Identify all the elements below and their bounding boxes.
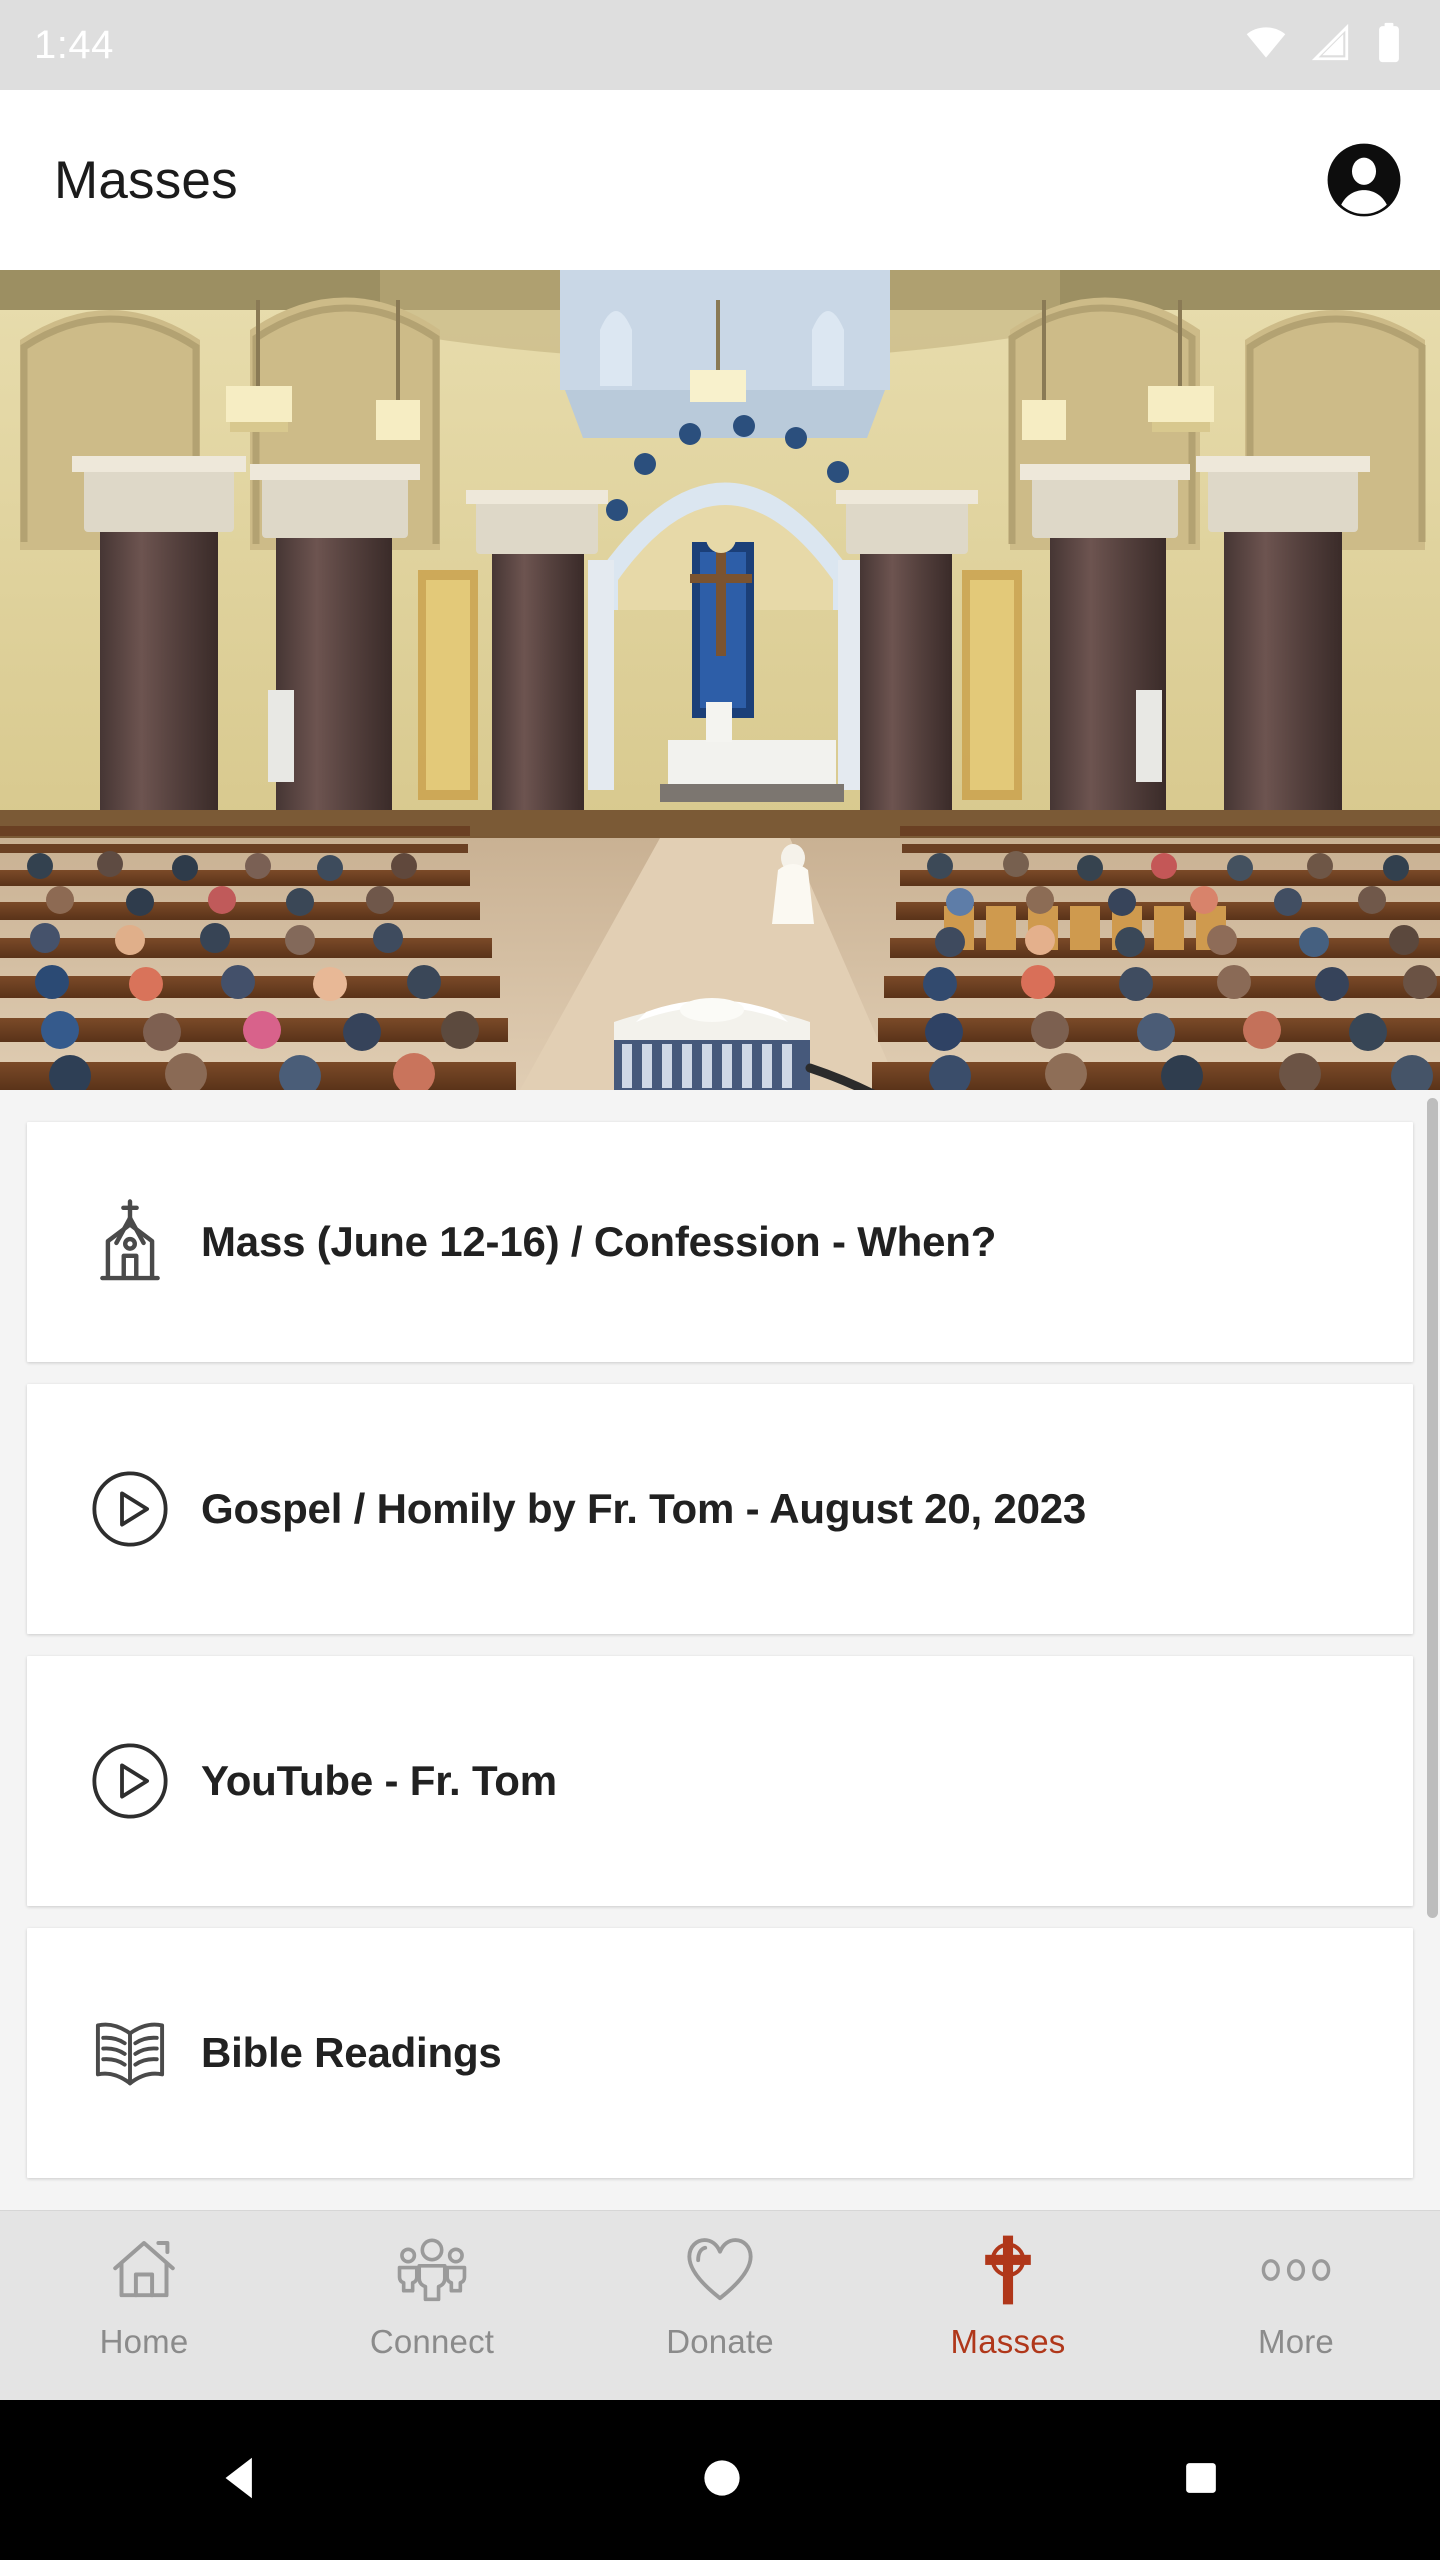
wifi-icon <box>1244 21 1288 70</box>
battery-icon <box>1374 21 1404 70</box>
nav-item-label: Connect <box>369 2323 495 2360</box>
church-interior-photo[interactable] <box>0 270 1440 1090</box>
nav-item-label: Donate <box>666 2323 774 2360</box>
list-item[interactable]: Gospel / Homily by Fr. Tom - August 20, … <box>27 1384 1413 1634</box>
nav-item-more[interactable]: More <box>1152 2211 1440 2361</box>
nav-item-label: More <box>1258 2323 1334 2360</box>
app-screen: 1:44 Masses Mass (June 12-16) / Confessi… <box>0 0 1440 2560</box>
recents-square-icon[interactable] <box>1174 2451 1228 2510</box>
home-circle-icon[interactable] <box>693 2449 751 2512</box>
play-circle-icon <box>89 1741 171 1821</box>
nav-item-masses[interactable]: Masses <box>864 2211 1152 2361</box>
play-circle-icon <box>89 1469 171 1549</box>
back-triangle-icon[interactable] <box>212 2449 270 2512</box>
status-bar: 1:44 <box>0 0 1440 90</box>
page-title: Masses <box>54 150 238 210</box>
people-icon <box>394 2231 470 2309</box>
nav-item-connect[interactable]: Connect <box>288 2211 576 2361</box>
open-book-icon <box>89 2017 171 2089</box>
church-icon <box>89 1196 171 1288</box>
masses-list: Mass (June 12-16) / Confession - When? G… <box>0 1090 1440 2210</box>
nav-item-donate[interactable]: Donate <box>576 2211 864 2361</box>
list-item[interactable]: Bible Readings <box>27 1928 1413 2178</box>
list-item-label: Gospel / Homily by Fr. Tom - August 20, … <box>201 1484 1087 1532</box>
nav-item-label: Home <box>99 2323 189 2360</box>
list-item[interactable]: YouTube - Fr. Tom <box>27 1656 1413 1906</box>
app-bar: Masses <box>0 90 1440 270</box>
list-item-label: Mass (June 12-16) / Confession - When? <box>201 1217 997 1265</box>
list-item-label: YouTube - Fr. Tom <box>201 1756 557 1804</box>
list-item-label: Bible Readings <box>201 2028 502 2076</box>
ellipsis-icon <box>1258 2231 1334 2309</box>
status-bar-icons <box>1244 21 1404 70</box>
status-bar-clock: 1:44 <box>34 23 114 67</box>
cross-icon <box>971 2231 1045 2309</box>
nav-item-label: Masses <box>950 2323 1066 2360</box>
scrollbar-thumb[interactable] <box>1427 1098 1438 1918</box>
list-scrollbar[interactable] <box>1427 1090 1440 2210</box>
heart-icon <box>683 2231 757 2309</box>
cellular-signal-icon <box>1310 22 1352 69</box>
android-system-nav <box>0 2400 1440 2560</box>
account-avatar-icon[interactable] <box>1326 142 1402 218</box>
home-icon <box>108 2231 180 2309</box>
bottom-navigation-bar: Home Connect Donate Masses More <box>0 2210 1440 2400</box>
nav-item-home[interactable]: Home <box>0 2211 288 2361</box>
list-item[interactable]: Mass (June 12-16) / Confession - When? <box>27 1122 1413 1362</box>
